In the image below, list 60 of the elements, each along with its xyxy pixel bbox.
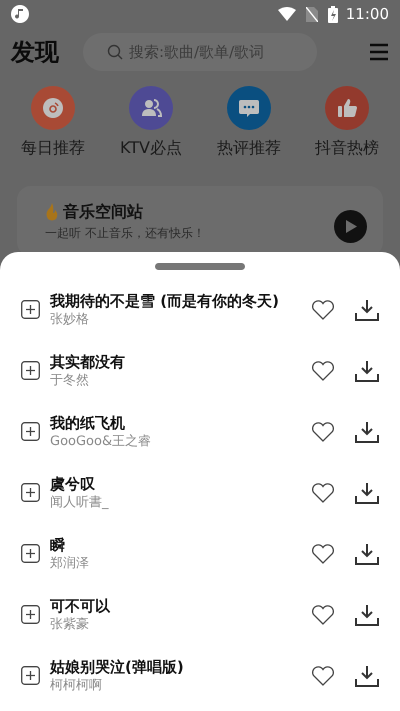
heart-icon[interactable]	[311, 665, 335, 686]
song-title: 瞬	[50, 534, 66, 554]
music-note-icon	[11, 5, 29, 23]
download-icon[interactable]	[355, 604, 379, 626]
song-artist: 张紫豪	[50, 616, 90, 634]
heart-icon[interactable]	[311, 360, 335, 381]
add-icon[interactable]	[21, 300, 40, 319]
no-sim-icon	[306, 6, 318, 22]
chat-icon	[238, 97, 260, 119]
heart-icon[interactable]	[311, 604, 335, 625]
page-title: 发现	[11, 37, 59, 68]
song-row[interactable]: 可不可以 张紫豪	[0, 584, 400, 645]
song-row[interactable]: 其实都没有 于冬然	[0, 340, 400, 401]
song-row[interactable]: 我的纸飞机 GooGoo&王之睿	[0, 401, 400, 462]
play-icon	[344, 220, 356, 233]
song-row[interactable]: 虞兮叹 闻人听書_	[0, 462, 400, 523]
add-icon[interactable]	[21, 483, 40, 502]
add-icon[interactable]	[21, 605, 40, 624]
status-time: 11:00	[346, 4, 389, 25]
add-icon[interactable]	[21, 422, 40, 441]
add-icon[interactable]	[21, 361, 40, 380]
download-icon[interactable]	[355, 360, 379, 382]
disc-icon	[42, 97, 64, 119]
menu-icon[interactable]	[369, 42, 389, 62]
wifi-icon	[278, 7, 296, 21]
download-icon[interactable]	[355, 664, 379, 686]
heart-icon[interactable]	[311, 421, 335, 442]
banner-subtitle: 一起听 不止音乐，还有快乐！	[45, 226, 206, 240]
play-button[interactable]	[334, 210, 367, 243]
song-title: 虞兮叹	[50, 474, 96, 494]
song-title: 其实都没有	[50, 352, 126, 372]
heart-icon[interactable]	[311, 543, 335, 564]
song-artist: GooGoo&王之睿	[50, 432, 152, 450]
flame-icon	[45, 203, 59, 221]
heart-icon[interactable]	[311, 299, 335, 320]
heart-icon[interactable]	[311, 482, 335, 503]
song-title: 姑娘别哭泣(弹唱版)	[50, 656, 185, 676]
download-icon[interactable]	[355, 542, 379, 564]
song-row[interactable]: 我期待的不是雪 (而是有你的冬天) 张妙格	[0, 279, 400, 340]
song-title: 我的纸飞机	[50, 412, 126, 432]
song-artist: 于冬然	[50, 372, 90, 390]
song-row[interactable]: 姑娘别哭泣(弹唱版) 柯柯柯啊	[0, 645, 400, 706]
battery-icon	[328, 6, 338, 22]
people-icon	[140, 97, 162, 119]
download-icon[interactable]	[355, 420, 379, 442]
add-icon[interactable]	[21, 544, 40, 563]
thumbs-up-icon	[336, 97, 358, 119]
search-icon	[107, 44, 123, 60]
sheet-handle[interactable]	[155, 263, 245, 270]
song-artist: 柯柯柯啊	[50, 676, 103, 694]
download-icon[interactable]	[355, 298, 379, 320]
song-title: 我期待的不是雪 (而是有你的冬天)	[50, 290, 280, 310]
download-icon[interactable]	[355, 482, 379, 504]
song-artist: 郑润泽	[50, 554, 90, 572]
add-icon[interactable]	[21, 666, 40, 685]
song-title: 可不可以	[50, 596, 112, 616]
song-artist: 闻人听書_	[50, 494, 110, 512]
song-artist: 张妙格	[50, 310, 90, 328]
banner-title: 音乐空间站	[63, 201, 143, 223]
song-row[interactable]: 瞬 郑润泽	[0, 523, 400, 584]
